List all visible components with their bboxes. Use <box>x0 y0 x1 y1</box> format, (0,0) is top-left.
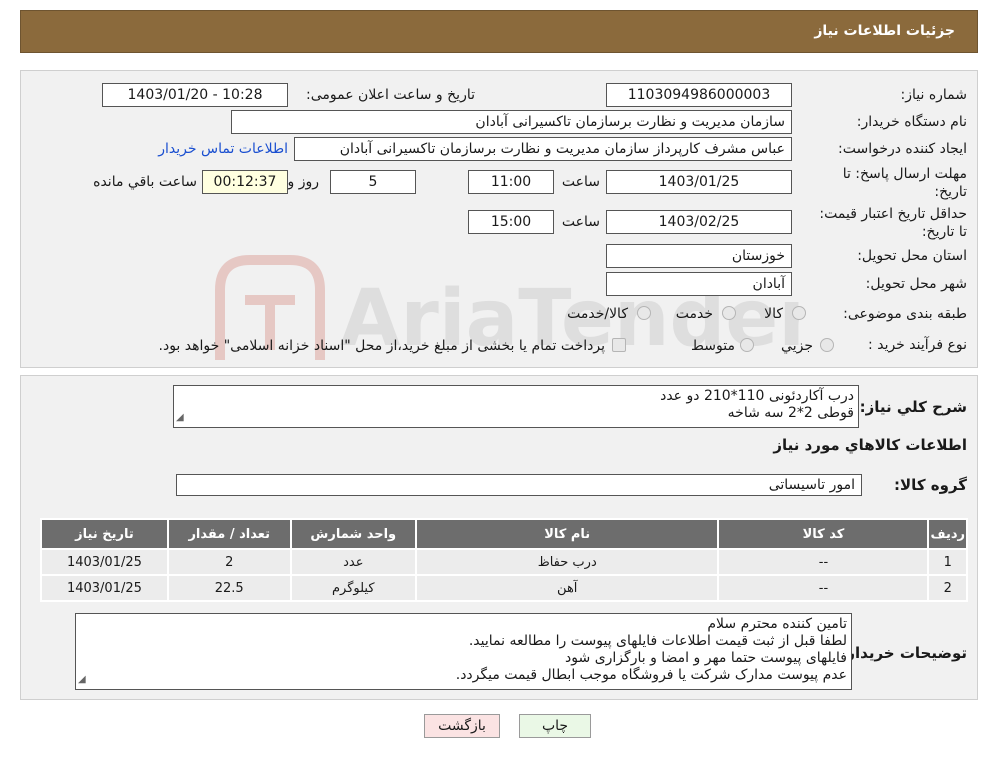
category-service-label: خدمت <box>675 306 713 322</box>
table-cell: عدد <box>289 548 417 576</box>
resize-handle-icon[interactable]: ◢ <box>176 409 184 426</box>
category-goods-label: کالا <box>764 306 783 322</box>
buyer-notes-label: توضيحات خريدار: <box>840 644 967 662</box>
page-header: جزئیات اطلاعات نیاز <box>20 10 978 53</box>
col-row-header: رديف <box>927 518 968 550</box>
description-line-2: قوطی 2*2 سه شاخه <box>727 405 854 421</box>
table-cell: 22.5 <box>166 574 292 602</box>
category-both-radio[interactable] <box>637 306 651 320</box>
deadline-days-field: 5 <box>330 170 416 194</box>
province-label: استان محل تحویل: <box>857 248 967 264</box>
deadline-days-label: روز و <box>287 174 320 190</box>
need-number-label: شماره نیاز: <box>900 87 968 103</box>
table-cell: کیلوگرم <box>289 574 417 602</box>
category-label: طبقه بندی موضوعی: <box>843 306 967 322</box>
buyer-notes-textarea[interactable]: تامین کننده محترم سلام لطفا قبل از ثبت ق… <box>75 613 852 690</box>
table-cell: -- <box>717 548 930 576</box>
announce-field: 1403/01/20 - 10:28 <box>102 83 288 107</box>
table-row: 2 -- آهن کیلوگرم 22.5 1403/01/25 <box>40 574 968 602</box>
back-button[interactable]: بازگشت <box>424 714 500 738</box>
purchase-type-label: نوع فرآیند خرید : <box>868 337 967 353</box>
description-label: شرح کلي نياز: <box>859 398 967 416</box>
buyer-notes-line-2: لطفا قبل از ثبت قیمت اطلاعات فایلهای پیو… <box>468 633 847 649</box>
validity-time-field: 15:00 <box>468 210 554 234</box>
purchase-medium-label: متوسط <box>691 338 735 354</box>
description-line-1: درب آکاردئونی 110*210 دو عدد <box>660 388 854 404</box>
table-cell: -- <box>717 574 930 602</box>
city-label: شهر محل تحویل: <box>865 276 967 292</box>
buyer-notes-line-1: تامین کننده محترم سلام <box>707 616 847 632</box>
remaining-time-label: ساعت باقي مانده <box>93 174 197 190</box>
buyer-label: نام دستگاه خریدار: <box>856 114 967 130</box>
creator-label: ایجاد کننده درخواست: <box>838 141 967 157</box>
province-field: خوزستان <box>606 244 792 268</box>
deadline-date-field: 1403/01/25 <box>606 170 792 194</box>
table-row: 1 -- درب حفاظ عدد 2 1403/01/25 <box>40 548 968 576</box>
col-date-header: تاريخ نياز <box>40 518 169 550</box>
table-cell: 2 <box>166 548 292 576</box>
col-name-header: نام کالا <box>414 518 720 550</box>
col-code-header: کد کالا <box>717 518 930 550</box>
treasury-note: پرداخت تمام یا بخشی از مبلغ خرید،از محل … <box>158 338 605 354</box>
validity-time-label: ساعت <box>561 214 600 230</box>
description-textarea[interactable]: درب آکاردئونی 110*210 دو عدد قوطی 2*2 سه… <box>173 385 859 428</box>
announce-label: تاریخ و ساعت اعلان عمومی: <box>306 87 475 103</box>
table-cell: 1403/01/25 <box>40 574 169 602</box>
validity-label: حداقل تاریخ اعتبار قیمت: تا تاریخ: <box>819 206 967 240</box>
deadline-label: مهلت ارسال پاسخ: تا تاریخ: <box>842 166 967 200</box>
table-header-row: رديف کد کالا نام کالا واحد شمارش تعداد /… <box>40 518 968 550</box>
table-cell: 1403/01/25 <box>40 548 169 576</box>
remaining-time-field: 00:12:37 <box>202 170 288 194</box>
table-cell: 1 <box>927 548 968 576</box>
validity-date-field: 1403/02/25 <box>606 210 792 234</box>
deadline-time-label: ساعت <box>561 174 600 190</box>
city-field: آبادان <box>606 272 792 296</box>
resize-handle-icon[interactable]: ◢ <box>78 671 86 688</box>
deadline-time-field: 11:00 <box>468 170 554 194</box>
goods-info-title: اطلاعات کالاهاي مورد نياز <box>773 436 967 454</box>
col-qty-header: تعداد / مقدار <box>166 518 292 550</box>
table-cell: 2 <box>927 574 968 602</box>
buyer-notes-line-3: فایلهای پیوست حتما مهر و امضا و بارگزاری… <box>565 650 847 666</box>
table-cell: آهن <box>414 574 720 602</box>
goods-group-field: امور تاسیساتی <box>176 474 862 496</box>
treasury-checkbox[interactable] <box>612 338 626 352</box>
page-title: جزئیات اطلاعات نیاز <box>814 23 955 39</box>
purchase-medium-radio[interactable] <box>740 338 754 352</box>
category-goods-radio[interactable] <box>792 306 806 320</box>
category-both-label: کالا/خدمت <box>567 306 628 322</box>
print-button[interactable]: چاپ <box>519 714 591 738</box>
need-number-field: 1103094986000003 <box>606 83 792 107</box>
items-table: رديف کد کالا نام کالا واحد شمارش تعداد /… <box>40 518 968 602</box>
goods-group-label: گروه کالا: <box>894 476 967 494</box>
buyer-notes-line-4: عدم پیوست مدارک شرکت یا فروشگاه موجب ابط… <box>455 667 847 683</box>
col-unit-header: واحد شمارش <box>289 518 417 550</box>
contact-buyer-link[interactable]: اطلاعات تماس خریدار <box>158 141 288 157</box>
creator-field: عباس مشرف کارپرداز سازمان مدیریت و نظارت… <box>294 137 792 161</box>
purchase-minor-label: جزیي <box>781 338 813 354</box>
buyer-field: سازمان مدیریت و نظارت برسازمان تاکسیرانی… <box>231 110 792 134</box>
purchase-minor-radio[interactable] <box>820 338 834 352</box>
category-service-radio[interactable] <box>722 306 736 320</box>
table-cell: درب حفاظ <box>414 548 720 576</box>
